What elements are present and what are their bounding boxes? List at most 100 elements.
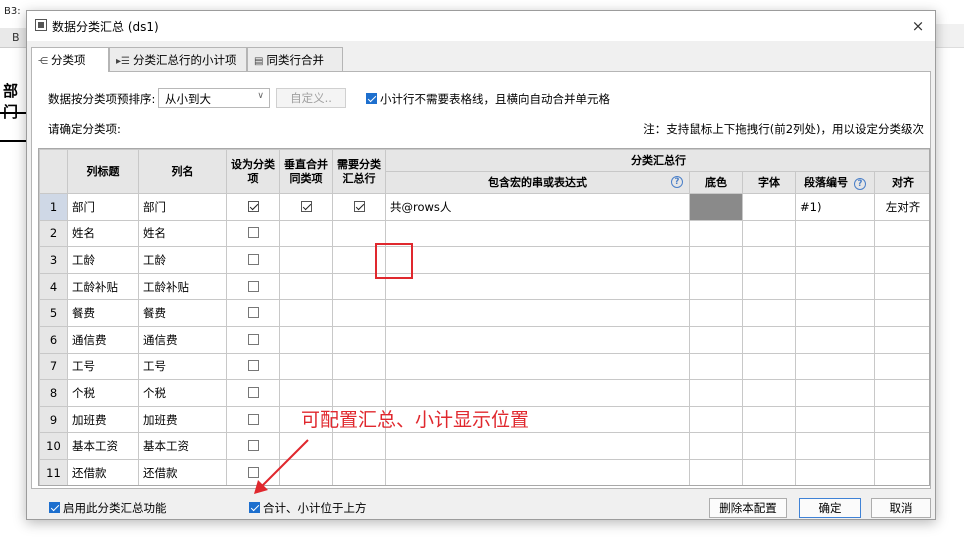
cell-paragraph-number[interactable]	[795, 405, 875, 434]
ok-button[interactable]: 确定	[799, 498, 861, 518]
cell-need-subtotal[interactable]	[332, 272, 386, 301]
cell-align[interactable]	[873, 458, 929, 485]
cell-set-category[interactable]	[226, 405, 280, 434]
totals-on-top-checkbox[interactable]: 合计、小计位于上方	[249, 500, 367, 516]
cell-paragraph-number[interactable]	[795, 379, 875, 407]
cell-bg-color[interactable]	[689, 379, 743, 407]
checkbox-unchecked-icon[interactable]	[247, 333, 259, 345]
table-row[interactable]: 2 姓名 姓名	[39, 219, 929, 248]
tab-subtotal-items[interactable]: ▸☰ 分类汇总行的小计项	[109, 47, 247, 71]
cell-bg-color[interactable]	[689, 219, 743, 248]
cell-vertical-merge[interactable]	[279, 352, 333, 381]
checkbox-unchecked-icon[interactable]	[247, 413, 259, 425]
cell-font[interactable]	[742, 193, 796, 221]
tab-merge-rows[interactable]: ▤ 同类行合并	[247, 47, 343, 71]
cell-paragraph-number[interactable]	[795, 246, 875, 274]
cell-expression[interactable]	[385, 379, 690, 407]
checkbox-unchecked-icon[interactable]	[247, 307, 259, 319]
cell-need-subtotal[interactable]	[332, 352, 386, 381]
cell-font[interactable]	[742, 352, 796, 381]
cell-column-title[interactable]: 工龄	[67, 246, 139, 274]
cell-font[interactable]	[742, 405, 796, 434]
cell-set-category[interactable]	[226, 246, 280, 274]
checkbox-checked-icon[interactable]	[300, 200, 312, 212]
cell-paragraph-number[interactable]	[795, 272, 875, 301]
cell-vertical-merge[interactable]	[279, 219, 333, 248]
cell-set-category[interactable]	[226, 352, 280, 381]
table-row[interactable]: 10 基本工资 基本工资	[39, 432, 929, 460]
cell-font[interactable]	[742, 299, 796, 327]
cell-paragraph-number[interactable]	[795, 352, 875, 381]
cell-need-subtotal[interactable]	[332, 432, 386, 460]
cell-paragraph-number[interactable]	[795, 432, 875, 460]
close-button[interactable]: ×	[907, 15, 929, 37]
cell-expression[interactable]	[385, 272, 690, 301]
cell-paragraph-number[interactable]: #1)	[795, 193, 875, 221]
cell-font[interactable]	[742, 379, 796, 407]
table-row[interactable]: 6 通信费 通信费	[39, 325, 929, 354]
tab-category[interactable]: ⋲ 分类项	[31, 47, 109, 72]
cell-align[interactable]	[873, 325, 929, 354]
no-gridline-checkbox[interactable]: 小计行不需要表格线，且横向自动合并单元格	[366, 91, 610, 107]
cell-bg-color[interactable]	[689, 458, 743, 485]
cell-need-subtotal[interactable]	[332, 325, 386, 354]
cell-bg-color[interactable]	[689, 193, 743, 221]
cell-expression[interactable]	[385, 325, 690, 354]
cell-align[interactable]: 左对齐	[873, 193, 929, 221]
cell-bg-color[interactable]	[689, 405, 743, 434]
cell-paragraph-number[interactable]	[795, 325, 875, 354]
cell-font[interactable]	[742, 432, 796, 460]
cell-set-category[interactable]	[226, 325, 280, 354]
cell-vertical-merge[interactable]	[279, 379, 333, 407]
sort-order-select[interactable]: 从小到大 ∨	[158, 88, 270, 108]
cell-column-title[interactable]: 个税	[67, 379, 139, 407]
cell-bg-color[interactable]	[689, 272, 743, 301]
cell-set-category[interactable]	[226, 299, 280, 327]
cell-expression[interactable]	[385, 219, 690, 248]
cell-bg-color[interactable]	[689, 325, 743, 354]
cell-column-title[interactable]: 还借款	[67, 458, 139, 485]
enable-subtotal-checkbox[interactable]: 启用此分类汇总功能	[49, 500, 167, 516]
cell-bg-color[interactable]	[689, 246, 743, 274]
table-row[interactable]: 8 个税 个税	[39, 379, 929, 407]
delete-config-button[interactable]: 删除本配置	[709, 498, 787, 518]
cell-expression[interactable]	[385, 458, 690, 485]
cell-bg-color[interactable]	[689, 432, 743, 460]
cell-set-category[interactable]	[226, 193, 280, 221]
cell-align[interactable]	[873, 352, 929, 381]
checkbox-unchecked-icon[interactable]	[247, 253, 259, 265]
help-icon[interactable]: ?	[854, 177, 866, 190]
cell-paragraph-number[interactable]	[795, 299, 875, 327]
help-icon[interactable]: ?	[671, 176, 683, 188]
table-row[interactable]: 7 工号 工号	[39, 352, 929, 381]
cell-need-subtotal[interactable]	[332, 219, 386, 248]
cell-paragraph-number[interactable]	[795, 458, 875, 485]
cell-column-title[interactable]: 部门	[67, 193, 139, 221]
cell-column-title[interactable]: 工龄补贴	[67, 272, 139, 301]
checkbox-checked-icon[interactable]	[353, 200, 365, 212]
cell-column-title[interactable]: 工号	[67, 352, 139, 381]
table-row[interactable]: 11 还借款 还借款	[39, 458, 929, 485]
checkbox-unchecked-icon[interactable]	[247, 386, 259, 398]
cell-need-subtotal[interactable]	[332, 458, 386, 485]
checkbox-unchecked-icon[interactable]	[247, 280, 259, 292]
cell-need-subtotal[interactable]	[332, 246, 386, 274]
cell-expression[interactable]	[385, 299, 690, 327]
cell-need-subtotal[interactable]	[332, 193, 386, 221]
cell-expression[interactable]	[385, 246, 690, 274]
cell-expression[interactable]: 共@rows人	[385, 193, 690, 221]
cell-align[interactable]	[873, 405, 929, 434]
cell-column-title[interactable]: 加班费	[67, 405, 139, 434]
cell-align[interactable]	[873, 246, 929, 274]
cell-column-title[interactable]: 餐费	[67, 299, 139, 327]
cell-vertical-merge[interactable]	[279, 272, 333, 301]
table-row[interactable]: 1 部门 部门 共@rows人 #1) 左对齐	[39, 193, 929, 221]
cancel-button[interactable]: 取消	[871, 498, 931, 518]
cell-column-title[interactable]: 基本工资	[67, 432, 139, 460]
cell-font[interactable]	[742, 219, 796, 248]
cell-column-title[interactable]: 姓名	[67, 219, 139, 248]
cell-font[interactable]	[742, 272, 796, 301]
cell-need-subtotal[interactable]	[332, 379, 386, 407]
checkbox-checked-icon[interactable]	[247, 200, 259, 212]
cell-bg-color[interactable]	[689, 352, 743, 381]
